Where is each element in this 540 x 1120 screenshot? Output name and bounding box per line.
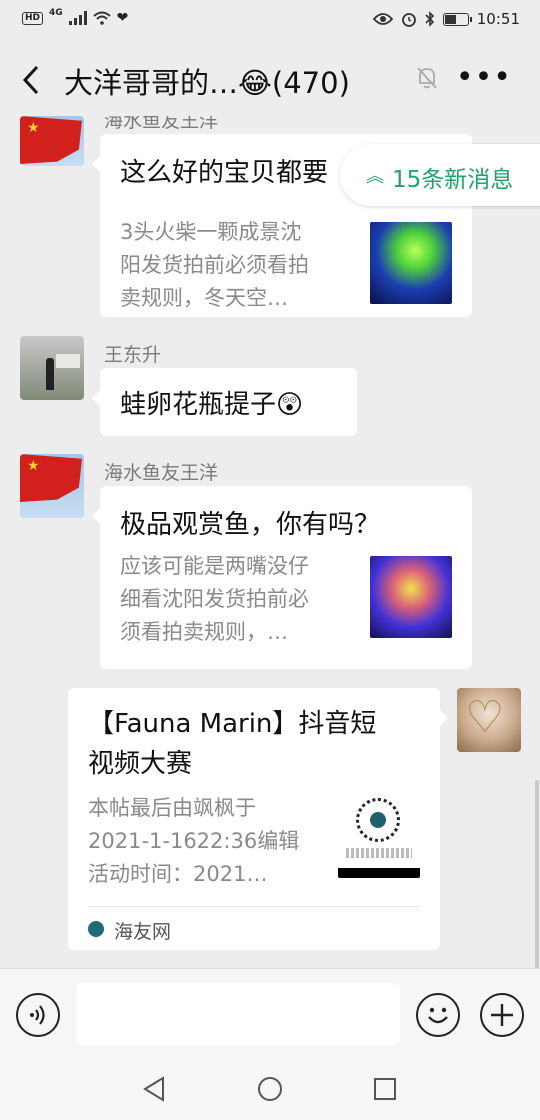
signal-icon (68, 11, 87, 25)
qr-thumbnail (338, 796, 420, 878)
back-triangle-icon[interactable] (142, 1076, 166, 1102)
member-count: (470) (271, 66, 350, 100)
text-bubble[interactable]: 蛙卵花瓶提子😲 (92, 368, 357, 436)
card-divider (88, 906, 420, 907)
new-messages-button[interactable]: ︽ 15条新消息 (340, 144, 540, 206)
emoji-icon[interactable] (416, 993, 460, 1037)
sender-name: 海水鱼友王洋 (104, 116, 219, 132)
bluetooth-icon (425, 11, 434, 27)
more-icon[interactable]: ••• (456, 63, 512, 93)
clock: 10:51 (476, 10, 520, 28)
chat-title: 大洋哥哥的…😂(470) (64, 60, 350, 102)
system-nav-bar (0, 1060, 540, 1120)
card-desc: 应该可能是两嘴没仔 细看沈阳发货拍前必 须看拍卖规则，… (120, 554, 309, 644)
status-bar: HD 4G ❤ 10:51 (0, 0, 540, 40)
mute-bell-icon (417, 67, 437, 89)
avatar[interactable] (20, 336, 84, 400)
my-avatar[interactable]: ♡ (457, 688, 521, 752)
title-emoji: 😂 (238, 66, 272, 100)
message-text: 蛙卵花瓶提子😲 (120, 390, 304, 420)
source-name: 海友网 (114, 921, 172, 943)
heart-rate-icon: ❤ (116, 10, 129, 26)
voice-icon[interactable] (16, 993, 60, 1037)
eye-icon (372, 13, 393, 25)
add-icon[interactable] (480, 993, 524, 1037)
sender-name: 海水鱼友王洋 (104, 462, 219, 484)
card-thumbnail (370, 222, 452, 304)
source-logo-icon (88, 921, 104, 937)
avatar[interactable]: ★ (20, 116, 84, 166)
double-chevron-up-icon: ︽ (366, 166, 384, 187)
avatar[interactable]: ★ (20, 454, 84, 518)
wifi-icon (93, 11, 111, 25)
article-desc: 本帖最后由飒枫于 2021-1-1622:36编辑 活动时间：2021… (88, 796, 300, 886)
message-input[interactable] (76, 983, 400, 1045)
alarm-icon (401, 13, 416, 27)
chat-header: 大洋哥哥的…😂(470) ••• (0, 40, 540, 120)
chat-title-text: 大洋哥哥的… (64, 66, 239, 100)
input-bar (0, 968, 540, 1060)
card-title: 这么好的宝贝都要 (120, 158, 329, 188)
network-type: 4G (49, 8, 63, 18)
card-bubble[interactable]: 极品观赏鱼，你有吗？ 应该可能是两嘴没仔 细看沈阳发货拍前必 须看拍卖规则，… (92, 486, 472, 669)
article-card[interactable]: 【Fauna Marin】抖音短 视频大赛 本帖最后由飒枫于 2021-1-16… (68, 688, 448, 950)
back-arrow-icon[interactable] (20, 64, 42, 96)
new-messages-label: 15条新消息 (392, 167, 514, 193)
message-list[interactable]: ★ 海水鱼友王洋 这么好的宝贝都要 3头火柴一颗成景沈 阳发货拍前必须看拍 卖规… (0, 116, 540, 968)
recents-square-icon[interactable] (373, 1077, 397, 1101)
article-title: 【Fauna Marin】抖音短 视频大赛 (88, 709, 377, 779)
home-circle-icon[interactable] (257, 1076, 283, 1102)
sender-name: 王东升 (104, 344, 162, 366)
battery-icon (442, 12, 472, 26)
hd-badge: HD (22, 11, 44, 25)
card-desc: 3头火柴一颗成景沈 阳发货拍前必须看拍 卖规则，冬天空… (120, 220, 309, 310)
card-thumbnail (370, 556, 452, 638)
scrollbar[interactable] (535, 780, 539, 968)
card-title: 极品观赏鱼，你有吗？ (120, 510, 381, 540)
